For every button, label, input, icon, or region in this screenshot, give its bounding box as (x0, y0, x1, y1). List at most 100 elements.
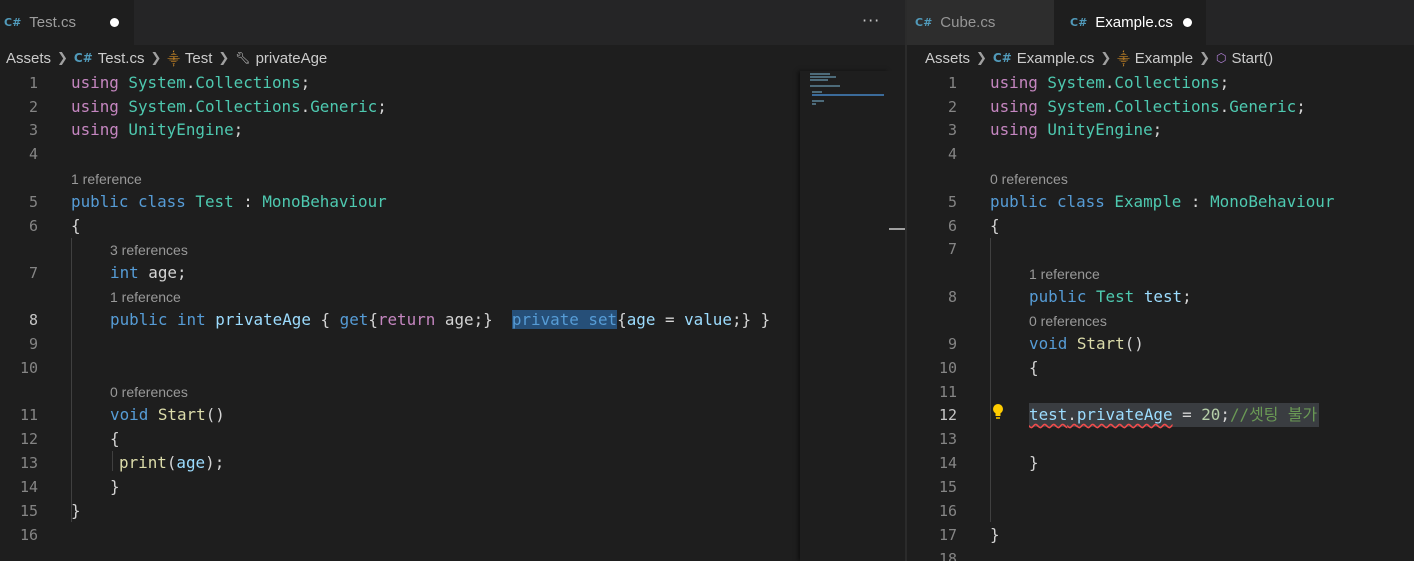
chevron-right-icon: ❯ (57, 50, 68, 66)
code-line-1: using System.Collections; (990, 73, 1230, 92)
codelens-references[interactable]: 0 references (1029, 311, 1107, 331)
breadcrumb-file[interactable]: Example.cs (1017, 50, 1095, 67)
line-number: 11 (938, 383, 957, 401)
code-line-7: int age; (110, 263, 187, 282)
indent-guide (71, 238, 72, 522)
vertical-scrollbar[interactable] (889, 71, 905, 561)
chevron-right-icon: ❯ (1100, 50, 1112, 66)
line-number: 17 (938, 526, 957, 544)
line-number: 8 (28, 311, 38, 329)
line-number: 3 (28, 121, 38, 139)
line-number: 7 (28, 264, 38, 282)
indent-guide (990, 238, 991, 522)
codelens-references[interactable]: 1 reference (110, 287, 181, 307)
line-number: 12 (938, 406, 957, 424)
error-squiggle: test (1029, 405, 1068, 424)
line-number: 2 (947, 98, 957, 116)
lightbulb-icon[interactable] (992, 403, 1004, 421)
code-line-8: public int privateAge { get{return age;}… (110, 310, 771, 329)
right-tab-bar: C# Cube.cs C# Example.cs (907, 0, 1414, 45)
selected-text: private set (511, 310, 618, 329)
line-number: 2 (28, 98, 38, 116)
line-number: 14 (938, 454, 957, 472)
tab-cube-cs[interactable]: C# Cube.cs (907, 0, 1054, 45)
line-number: 5 (947, 193, 957, 211)
breadcrumb-assets[interactable]: Assets (6, 50, 51, 67)
breadcrumb-class[interactable]: Example (1135, 50, 1193, 67)
chevron-right-icon: ❯ (218, 50, 230, 66)
line-number: 4 (947, 145, 957, 163)
line-number: 14 (19, 478, 38, 496)
code-line-11: void Start() (110, 405, 225, 424)
code-line-5: public class Example : MonoBehaviour (990, 192, 1335, 211)
code-line-3: using UnityEngine; (990, 120, 1163, 139)
indent-guide (112, 451, 113, 471)
breadcrumb: Assets ❯ C# Test.cs ❯ ⸎ Test ❯ 🔧︎ privat… (0, 45, 905, 71)
code-line-12: { (110, 429, 120, 448)
breadcrumb-assets[interactable]: Assets (925, 50, 970, 67)
code-line-2: using System.Collections.Generic; (990, 97, 1306, 116)
code-line-5: public class Test : MonoBehaviour (71, 192, 387, 211)
line-number: 6 (947, 217, 957, 235)
chevron-right-icon: ❯ (1199, 50, 1211, 66)
code-line-2: using System.Collections.Generic; (71, 97, 387, 116)
tab-test-cs[interactable]: C# Test.cs (0, 0, 134, 45)
codelens-references[interactable]: 0 references (990, 169, 1068, 189)
scrollbar-thumb[interactable] (889, 228, 905, 230)
code-line-17: } (990, 525, 1000, 544)
codelens-references[interactable]: 1 reference (71, 169, 142, 189)
minimap[interactable] (800, 71, 889, 561)
line-number: 9 (28, 335, 38, 353)
left-editor-pane: C# Test.cs ··· Assets ❯ C# Test.cs ❯ ⸎ T… (0, 0, 905, 561)
chevron-right-icon: ❯ (150, 50, 162, 66)
left-tab-bar: C# Test.cs ··· (0, 0, 905, 45)
line-number: 1 (28, 74, 38, 92)
code-line-3: using UnityEngine; (71, 120, 244, 139)
code-line-10: { (1029, 358, 1039, 377)
breadcrumb: Assets ❯ C# Example.cs ❯ ⸎ Example ❯ ⬡ S… (907, 45, 1414, 71)
code-line-6: { (990, 216, 1000, 235)
line-number: 18 (938, 550, 957, 561)
tab-label: Example.cs (1095, 14, 1173, 31)
more-actions-icon[interactable]: ··· (862, 11, 880, 30)
unsaved-dot-icon[interactable] (1183, 18, 1192, 27)
breadcrumb-method[interactable]: Start() (1232, 50, 1274, 67)
code-line-14: } (110, 477, 120, 496)
line-number: 15 (938, 478, 957, 496)
line-number: 5 (28, 193, 38, 211)
breadcrumb-file[interactable]: Test.cs (98, 50, 145, 67)
unsaved-dot-icon[interactable] (110, 18, 119, 27)
csharp-file-icon: C# (915, 16, 933, 29)
line-number: 4 (28, 145, 38, 163)
csharp-file-icon: C# (73, 51, 93, 65)
line-number: 9 (947, 335, 957, 353)
csharp-file-icon: C# (992, 51, 1012, 65)
line-number: 11 (19, 406, 38, 424)
csharp-file-icon: C# (4, 16, 22, 29)
line-number: 8 (947, 288, 957, 306)
right-code-editor[interactable]: 1 2 3 4 5 6 7 8 9 10 11 12 13 14 15 16 1… (907, 71, 1414, 561)
chevron-right-icon: ❯ (976, 50, 987, 66)
line-number: 10 (19, 359, 38, 377)
class-icon: ⸎ (167, 51, 180, 66)
line-number: 12 (19, 430, 38, 448)
csharp-file-icon: C# (1070, 16, 1088, 29)
breadcrumb-class[interactable]: Test (185, 50, 213, 67)
code-line-6: { (71, 216, 81, 235)
wrench-icon: 🔧︎ (235, 51, 251, 65)
line-number: 15 (19, 502, 38, 520)
right-editor-pane: C# Cube.cs C# Example.cs Assets ❯ C# Exa… (907, 0, 1414, 561)
line-number: 3 (947, 121, 957, 139)
line-number: 16 (938, 502, 957, 520)
line-number: 6 (28, 217, 38, 235)
line-number: 16 (19, 526, 38, 544)
tab-example-cs[interactable]: C# Example.cs (1054, 0, 1206, 45)
breadcrumb-property[interactable]: privateAge (256, 50, 328, 67)
line-number: 13 (938, 430, 957, 448)
codelens-references[interactable]: 3 references (110, 240, 188, 260)
code-line-13: print(age); (119, 453, 225, 472)
codelens-references[interactable]: 0 references (110, 382, 188, 402)
left-code-editor[interactable]: 1 2 3 4 5 6 7 8 9 10 11 12 13 14 15 16 u… (0, 71, 905, 561)
codelens-references[interactable]: 1 reference (1029, 264, 1100, 284)
code-line-8: public Test test; (1029, 287, 1192, 306)
